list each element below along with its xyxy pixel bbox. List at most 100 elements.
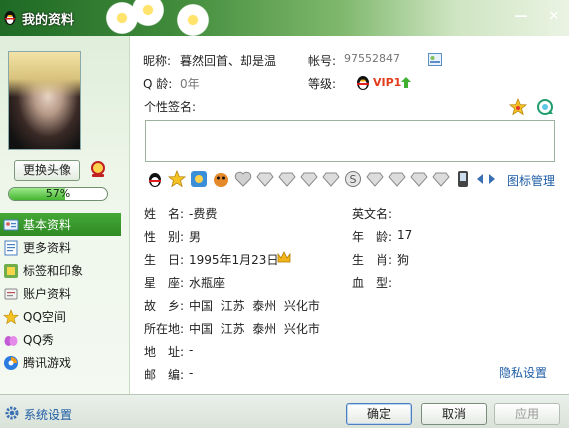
- sidebar-item-label: QQ空间: [23, 310, 66, 324]
- title-bar: 我的资料 — ✕: [0, 0, 569, 38]
- diamond-icon[interactable]: [322, 170, 340, 188]
- age-value: 17: [397, 228, 413, 242]
- account-label: 帐号:: [308, 54, 337, 68]
- flower-decoration: [175, 2, 211, 38]
- zodiac-value: 狗: [397, 253, 410, 267]
- sidebar: 更换头像 57% 基本资料更多资料标签和印象账户资料 QQ空间 QQ秀腾讯游戏: [0, 36, 130, 394]
- scroll-left-icon[interactable]: [476, 174, 484, 184]
- profile-content: 昵称: 暮然回首、却是温 帐号: 97552847 Q 龄: 0年 等级: VI…: [131, 36, 569, 394]
- sidebar-item-5[interactable]: QQ空间: [0, 305, 130, 328]
- svg-text:S: S: [350, 173, 357, 186]
- sidebar-item-2[interactable]: 更多资料: [0, 236, 130, 259]
- sidebar-item-1[interactable]: 基本资料: [0, 213, 121, 236]
- sidebar-item-label: 更多资料: [23, 241, 72, 255]
- icon-manage-link[interactable]: 图标管理: [507, 172, 555, 189]
- blood-type-label: 血 型:: [352, 276, 393, 290]
- star-icon[interactable]: [168, 170, 186, 188]
- card-icon[interactable]: [428, 53, 442, 66]
- q-age-value: 0年: [180, 77, 200, 91]
- qzone-refresh-icon[interactable]: [536, 98, 554, 116]
- magnifier-icon[interactable]: [88, 159, 108, 179]
- apply-button[interactable]: 应用: [494, 403, 560, 425]
- star-space-icon: [3, 308, 19, 324]
- address-value: -: [189, 343, 194, 357]
- diamond-icon[interactable]: [388, 170, 406, 188]
- birthday-label: 生 日:: [144, 253, 185, 267]
- sidebar-item-7[interactable]: 腾讯游戏: [0, 351, 130, 374]
- zodiac-label: 生 肖:: [352, 253, 393, 267]
- gear-icon[interactable]: [4, 405, 20, 421]
- emoticon-row: S: [146, 170, 496, 188]
- document-icon: [4, 240, 18, 255]
- zip-label: 邮 编:: [144, 368, 185, 382]
- crown-icon: [277, 251, 291, 263]
- vip-level-value: VIP1: [373, 76, 402, 89]
- q-age-label: Q 龄:: [143, 77, 173, 91]
- constellation-label: 星 座:: [144, 276, 185, 290]
- birthday-value: 1995年1月23日: [189, 253, 279, 267]
- profile-progress-bar: 57%: [8, 187, 108, 201]
- level-label: 等级:: [308, 77, 337, 91]
- zip-value: -: [189, 366, 194, 380]
- diamond-icon[interactable]: [366, 170, 384, 188]
- footer-bar: 系统设置 确定 取消 应用: [0, 394, 569, 428]
- s-badge-icon[interactable]: S: [344, 170, 362, 188]
- privacy-settings-link[interactable]: 隐私设置: [499, 364, 547, 381]
- id-card-icon: [3, 219, 19, 230]
- location-label: 所在地:: [144, 322, 185, 336]
- sidebar-item-3[interactable]: 标签和印象: [0, 259, 130, 282]
- qq-penguin-icon[interactable]: [146, 170, 164, 188]
- phone-icon[interactable]: [454, 170, 472, 188]
- constellation-value: 水瓶座: [189, 276, 226, 290]
- tag-icon: [4, 263, 18, 278]
- gender-value: 男: [189, 230, 202, 244]
- music-icon[interactable]: [190, 170, 208, 188]
- name-label: 姓 名:: [144, 207, 185, 221]
- star-icon[interactable]: [509, 98, 527, 116]
- cancel-button[interactable]: 取消: [421, 403, 487, 425]
- change-avatar-button[interactable]: 更换头像: [14, 160, 80, 181]
- close-button[interactable]: ✕: [544, 8, 564, 26]
- address-label: 地 址:: [144, 345, 185, 359]
- sidebar-nav: 基本资料更多资料标签和印象账户资料 QQ空间 QQ秀腾讯游戏: [0, 213, 130, 374]
- scroll-right-icon[interactable]: [488, 174, 496, 184]
- diamond-icon[interactable]: [256, 170, 274, 188]
- qq-show-icon: [4, 335, 18, 346]
- sidebar-item-4[interactable]: 账户资料: [0, 282, 130, 305]
- heart-icon[interactable]: [234, 170, 252, 188]
- account-value: 97552847: [344, 52, 400, 65]
- sidebar-item-label: 账户资料: [23, 287, 72, 301]
- gender-label: 性 别:: [144, 230, 185, 244]
- system-settings-link[interactable]: 系统设置: [24, 406, 72, 423]
- age-label: 年 龄:: [352, 230, 393, 244]
- diamond-icon[interactable]: [300, 170, 318, 188]
- ok-button[interactable]: 确定: [346, 403, 412, 425]
- location-value: 中国 江苏 泰州 兴化市: [189, 322, 320, 336]
- progress-percent: 57%: [45, 187, 71, 200]
- game-icon: [4, 355, 18, 370]
- window-title: 我的资料: [22, 13, 75, 28]
- vip-penguin-icon: [357, 76, 369, 90]
- sidebar-item-6[interactable]: QQ秀: [0, 328, 130, 351]
- account-icon: [4, 288, 18, 299]
- sidebar-item-label: QQ秀: [23, 333, 54, 347]
- sidebar-item-label: 标签和印象: [23, 264, 84, 278]
- signature-label: 个性签名:: [144, 100, 197, 114]
- name-value: -费费: [189, 207, 218, 221]
- diamond-icon[interactable]: [278, 170, 296, 188]
- minimize-button[interactable]: —: [511, 8, 531, 26]
- sidebar-item-label: 腾讯游戏: [23, 356, 72, 370]
- avatar: [8, 51, 81, 150]
- english-name-label: 英文名:: [352, 207, 393, 221]
- hometown-value: 中国 江苏 泰州 兴化市: [189, 299, 320, 313]
- diamond-icon[interactable]: [432, 170, 450, 188]
- level-up-arrow-icon: [401, 77, 411, 88]
- nickname-value: 暮然回首、却是温: [180, 54, 277, 68]
- penguin-pet-icon[interactable]: [212, 170, 230, 188]
- qq-penguin-icon: [4, 11, 16, 25]
- diamond-icon[interactable]: [410, 170, 428, 188]
- hometown-label: 故 乡:: [144, 299, 185, 313]
- nickname-label: 昵称:: [143, 54, 172, 68]
- sidebar-item-label: 基本资料: [23, 218, 72, 232]
- signature-input[interactable]: [145, 120, 555, 162]
